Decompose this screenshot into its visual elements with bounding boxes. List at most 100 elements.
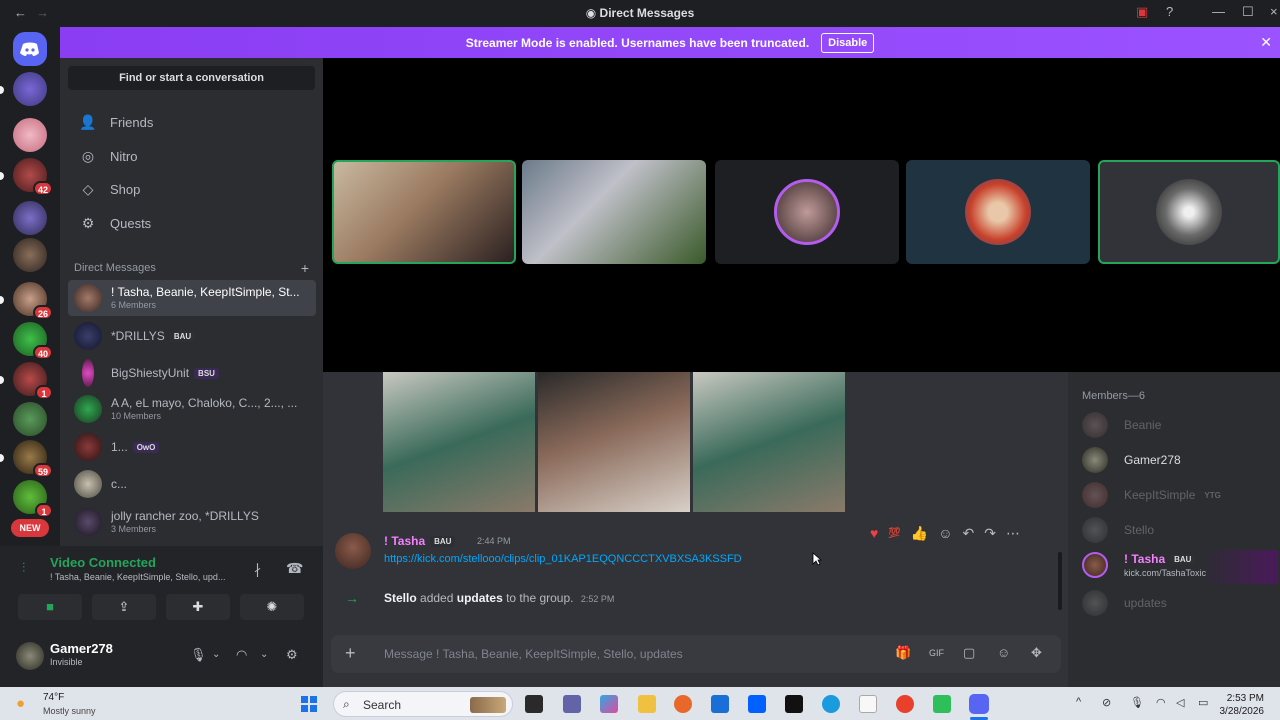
avatar[interactable] [16, 642, 44, 670]
dm-item[interactable]: c... [68, 466, 316, 502]
message-author[interactable]: ! Tasha BAU [384, 534, 456, 548]
add-reaction-icon[interactable]: ☺ [938, 525, 952, 541]
disable-button[interactable]: Disable [821, 32, 875, 53]
microphone-icon[interactable]: 🎙 [190, 647, 207, 663]
new-badge[interactable]: NEW [11, 519, 49, 537]
dm-item[interactable]: BigShiestyUnit BSU [68, 355, 316, 391]
dm-item[interactable]: *DRILLYS BAU [68, 318, 316, 354]
message-composer[interactable]: + Message ! Tasha, Beanie, KeepItSimple,… [331, 635, 1061, 673]
microphone-icon[interactable]: 🎙 [1130, 696, 1144, 709]
find-conversation-button[interactable]: Find or start a conversation [68, 66, 315, 90]
member-item[interactable]: Stello [1082, 515, 1278, 545]
discord-home-icon[interactable] [13, 32, 47, 66]
system-target[interactable]: updates [457, 591, 503, 605]
notion-icon[interactable] [785, 695, 803, 713]
server-icon[interactable]: 42 [0, 158, 53, 196]
create-dm-icon[interactable]: + [301, 260, 309, 276]
mail-icon[interactable] [711, 695, 729, 713]
edge-icon[interactable] [822, 695, 840, 713]
avatar[interactable] [335, 533, 371, 569]
forward-icon[interactable]: ↷ [984, 525, 996, 542]
teams-icon[interactable] [563, 695, 581, 713]
voice-status-title[interactable]: Video Connected [50, 555, 156, 570]
video-tile[interactable] [522, 160, 706, 264]
clock[interactable]: 2:53 PM 3/28/2026 [1220, 692, 1265, 718]
server-icon[interactable] [0, 72, 47, 106]
message-link[interactable]: https://kick.com/stellooo/clips/clip_01K… [384, 553, 742, 565]
server-icon[interactable] [13, 118, 47, 152]
discord-taskbar-icon[interactable] [969, 694, 989, 714]
network-off-icon[interactable]: ⊘ [1102, 696, 1111, 709]
screen-share-button[interactable]: ⇪ [92, 594, 156, 620]
dropbox-icon[interactable] [748, 695, 766, 713]
video-tile[interactable] [332, 160, 516, 264]
server-icon[interactable]: 1 [0, 362, 53, 400]
firefox-icon[interactable] [674, 695, 692, 713]
soundboard-button[interactable]: ✺ [240, 594, 304, 620]
close-banner-icon[interactable]: ✕ [1260, 34, 1272, 51]
close-window-icon[interactable]: × [1270, 4, 1278, 19]
app-icon[interactable] [896, 695, 914, 713]
chevron-down-icon[interactable]: ⌄ [260, 649, 268, 660]
chat-scrollbar[interactable] [1058, 552, 1062, 610]
attach-plus-icon[interactable]: + [345, 643, 356, 664]
server-icon[interactable] [13, 201, 47, 235]
apps-icon[interactable]: ✥ [1031, 645, 1042, 661]
message-input[interactable]: Message ! Tasha, Beanie, KeepItSimple, S… [384, 647, 683, 661]
message-image[interactable] [383, 372, 535, 512]
message-image[interactable] [538, 372, 690, 512]
nav-shop[interactable]: ◇ Shop [70, 173, 313, 205]
server-icon[interactable]: 1 [13, 480, 53, 518]
member-item[interactable]: Gamer278 [1082, 445, 1278, 475]
dm-item[interactable]: 1... OwO [68, 429, 316, 465]
start-icon[interactable] [301, 696, 317, 712]
taskbar-search[interactable]: ⌕ Search [333, 691, 513, 717]
dm-item[interactable]: jolly rancher zoo, *DRILLYS 3 Members [68, 504, 316, 540]
settings-gear-icon[interactable]: ⚙ [286, 647, 298, 663]
system-actor[interactable]: Stello [384, 591, 417, 605]
video-tile[interactable] [715, 160, 899, 264]
member-item[interactable]: updates [1082, 588, 1278, 618]
gift-icon[interactable]: 🎁 [895, 645, 911, 661]
file-explorer-icon[interactable] [638, 695, 656, 713]
inbox-icon[interactable]: ▣ [1136, 4, 1148, 20]
heart-reaction-icon[interactable]: ♥ [870, 525, 878, 541]
more-options-icon[interactable]: ⋯ [1006, 525, 1020, 542]
member-item[interactable]: Beanie [1082, 410, 1278, 440]
video-tile[interactable] [1098, 160, 1280, 264]
server-icon[interactable] [13, 402, 47, 436]
task-view-icon[interactable] [525, 695, 543, 713]
thumbs-up-icon[interactable]: 👍 [911, 525, 928, 542]
member-item[interactable]: ! Tasha BAU kick.com/TashaToxic [1082, 550, 1278, 584]
chevron-up-icon[interactable]: ^ [1076, 696, 1081, 708]
app-icon[interactable] [933, 695, 951, 713]
help-icon[interactable]: ? [1166, 4, 1173, 19]
gif-icon[interactable]: GIF [929, 648, 944, 658]
notepad-icon[interactable] [859, 695, 877, 713]
dm-item[interactable]: A A, eL mayo, Chaloko, C..., 2..., ... 1… [68, 391, 316, 427]
reply-icon[interactable]: ↶ [963, 525, 975, 542]
server-icon[interactable]: 59 [0, 440, 53, 478]
chevron-down-icon[interactable]: ⌄ [212, 649, 220, 660]
hundred-reaction-icon[interactable]: 💯 [888, 528, 900, 539]
member-item[interactable]: KeepItSimple YTG [1082, 480, 1278, 510]
nav-friends[interactable]: 👤 Friends [70, 106, 313, 138]
server-icon[interactable] [13, 238, 47, 272]
disconnect-icon[interactable]: ☎ [286, 560, 303, 577]
nav-nitro[interactable]: ◎ Nitro [70, 140, 313, 172]
weather-temperature[interactable]: 74°F [43, 692, 64, 703]
maximize-icon[interactable]: ☐ [1242, 4, 1254, 20]
server-icon[interactable]: 40 [13, 322, 53, 360]
message-image[interactable] [693, 372, 845, 512]
video-tile[interactable] [906, 160, 1090, 264]
nav-quests[interactable]: ⚙ Quests [70, 207, 313, 239]
headphones-icon[interactable]: ◠ [236, 647, 247, 663]
sticker-icon[interactable]: ▢ [963, 645, 975, 661]
emoji-icon[interactable]: ☺ [997, 645, 1010, 660]
copilot-icon[interactable] [600, 695, 618, 713]
username[interactable]: Gamer278 [50, 641, 113, 656]
dm-item[interactable]: ! Tasha, Beanie, KeepItSimple, St... 6 M… [68, 280, 316, 316]
volume-icon[interactable]: ◁ [1176, 696, 1184, 709]
wifi-icon[interactable]: ◠ [1156, 696, 1166, 709]
noise-suppression-icon[interactable]: ∤ [254, 561, 261, 578]
